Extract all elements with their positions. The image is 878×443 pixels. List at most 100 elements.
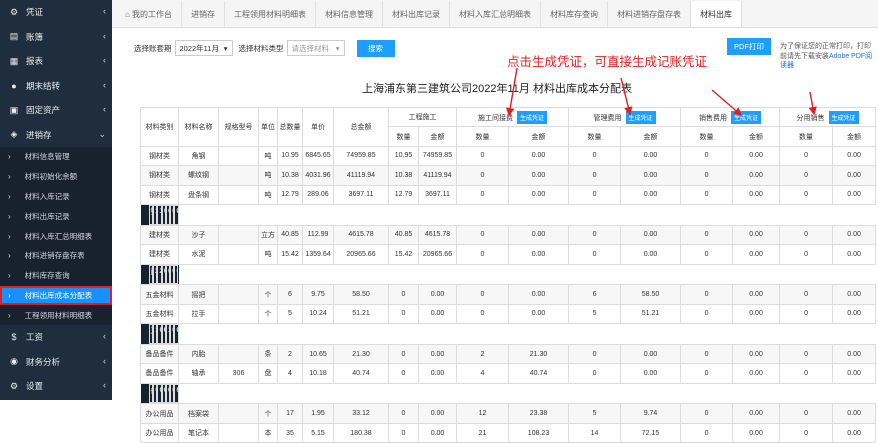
tab[interactable]: 材料库存查询 xyxy=(541,1,609,27)
sidebar-subitem[interactable]: › 工程领用材料明细表 xyxy=(0,305,112,326)
sidebar-subitem-label: 材料进销存盘存表 xyxy=(24,251,85,261)
table-cell: 0 xyxy=(456,224,509,246)
table-cell: 0.00 xyxy=(732,422,781,443)
chevron-left-icon: ‹ xyxy=(103,380,106,391)
table-cell: 0 xyxy=(680,343,734,365)
header-row: 材料类别 材料名称 规格型号 单位 总数量 单价 总金额 工程施工 施工间接费 生成凭证 管理费用生… xyxy=(140,106,877,147)
sidebar-item-label: 进销存 xyxy=(26,129,52,140)
tab[interactable]: 工程领用材料明细表 xyxy=(225,1,317,27)
table-row: 办公用品 档案袋个 17 1.95 33.12 0 0.00 12 23.38 5 9.74 0 0.0… xyxy=(140,403,877,424)
sidebar-subitem[interactable]: › 材料信息管理 xyxy=(0,147,112,167)
table-cell: 0.00 xyxy=(507,303,570,325)
table-cell: 吨 xyxy=(258,145,278,167)
table-cell: 0.00 xyxy=(418,363,457,384)
sidebar-item[interactable]: ▤ 账簿 ‹ xyxy=(0,25,112,50)
sidebar-subitem[interactable]: › 材料入库汇总明细表 xyxy=(0,226,112,246)
table-cell: 0 xyxy=(456,244,509,265)
sidebar-item[interactable]: $ 工资 ‹ xyxy=(0,325,112,350)
sidebar-item[interactable]: ⚙ 设置 ‹ xyxy=(0,374,112,399)
tab[interactable]: 进销存 xyxy=(182,1,226,27)
table-cell: 钢材类 xyxy=(140,145,179,167)
table-cell: 10.95 xyxy=(277,145,303,167)
sidebar-subitem[interactable]: › 材料库存查询 xyxy=(0,265,112,286)
book-icon: ▤ xyxy=(9,31,19,42)
tab[interactable]: 材料入库汇总明细表 xyxy=(450,1,542,27)
table-row: 钢材类 盘条钢吨 12.79 289.06 3697.11 12.79 3697.11 0 0.… xyxy=(140,184,877,205)
table-cell xyxy=(218,224,259,246)
table-cell: 6845.65 xyxy=(302,145,334,167)
sidebar-subitem[interactable]: › 材料出库成本分配表 xyxy=(0,285,112,306)
generate-voucher-button[interactable]: 生成凭证 xyxy=(625,110,656,124)
subtotal-cell: 0.00 xyxy=(174,324,179,344)
table-cell: 0 xyxy=(568,165,622,186)
table-cell: 个 xyxy=(258,403,278,424)
sidebar-item[interactable]: ◈ 进销存 ⌄ xyxy=(0,123,112,148)
table-cell: 0 xyxy=(779,422,834,443)
filter-toolbar: 选择账套期 2022年11月 ▾ 选择材料类型 请选择材料 ▾ 搜索 xyxy=(112,38,395,58)
table-cell: 12.79 xyxy=(388,184,419,205)
table-row: 备品备件 轴承 306 盘 4 10.18 40.74 0 0.00 4 40.74 0 0.00 0 0.… xyxy=(140,363,877,384)
table-row: 备品备件 内胎条 2 10.65 21.30 0 0.00 2 21.30 0 0.00 0 0.00 0… xyxy=(140,343,877,365)
sidebar-subitem[interactable]: › 材料进销存盘存表 xyxy=(0,245,112,266)
tab[interactable]: 材料信息管理 xyxy=(316,1,384,27)
sidebar-subitem-label: 材料信息管理 xyxy=(24,152,70,162)
material-type-select[interactable]: 请选择材料 ▾ xyxy=(286,40,345,56)
table-cell: 0 xyxy=(680,403,734,424)
generate-voucher-button[interactable]: 生成凭证 xyxy=(517,110,548,124)
table-cell: 9.75 xyxy=(302,284,334,305)
chevron-left-icon: ‹ xyxy=(103,104,106,114)
table-cell: 10.95 xyxy=(388,145,419,167)
sidebar-item[interactable]: ▦ 报表 ‹ xyxy=(0,49,112,74)
table-cell: 0.00 xyxy=(732,145,781,167)
period-label: 选择账套期 xyxy=(134,43,172,53)
table-cell: 办公用品 xyxy=(140,422,179,443)
table-cell: 吨 xyxy=(258,244,278,265)
chevron-down-icon: ⌄ xyxy=(98,128,106,139)
tab[interactable]: ⌂ 我的工作台 xyxy=(116,1,183,27)
table-cell xyxy=(218,165,259,186)
table-cell: 40.85 xyxy=(388,224,419,246)
tab[interactable]: 材料出库 xyxy=(691,1,743,27)
sidebar-subitem[interactable]: › 材料初始化余额 xyxy=(0,166,112,187)
sidebar-subitem[interactable]: › 材料入库记录 xyxy=(0,186,112,207)
sidebar-item[interactable]: ⚙ 凭证 ‹ xyxy=(0,0,112,25)
column-header: 材料名称 xyxy=(178,107,219,147)
sidebar-item-label: 设置 xyxy=(26,381,44,392)
table-cell: 0 xyxy=(568,184,622,205)
table-cell: 12.79 xyxy=(277,184,303,205)
table-cell: 0.00 xyxy=(832,363,877,384)
table-cell: 0 xyxy=(568,363,622,384)
chart-icon: ◉ xyxy=(10,356,18,367)
chevron-left-icon: ‹ xyxy=(103,6,106,16)
amount-header: 金额 xyxy=(832,126,877,147)
table-cell: 吨 xyxy=(258,184,278,205)
pdf-print-button[interactable]: PDF打印 xyxy=(727,38,771,55)
table-cell: 5 xyxy=(568,303,622,325)
table-cell: 0.00 xyxy=(507,244,570,265)
table-cell xyxy=(218,303,259,325)
tab[interactable]: 材料进销存盘存表 xyxy=(608,1,692,27)
sidebar-item[interactable]: ▣ 固定资产 ‹ xyxy=(0,98,112,123)
table-cell: 盘 xyxy=(258,363,278,384)
group-header-label: 销售费用 xyxy=(699,114,728,122)
table-cell: 4615.78 xyxy=(418,224,457,246)
search-button[interactable]: 搜索 xyxy=(356,39,395,57)
table-cell: 0 xyxy=(388,284,419,305)
table-cell: 10.65 xyxy=(302,343,334,365)
table-cell: 4031.96 xyxy=(302,165,334,186)
table-row: 建材类 沙子 立方 40.85 112.99 4615.78 40.85 4615.78 0 0.… xyxy=(140,224,877,246)
gear-icon: ⚙ xyxy=(9,6,19,17)
generate-voucher-button[interactable]: 生成凭证 xyxy=(731,110,762,124)
table-cell: 4615.78 xyxy=(333,224,389,246)
generate-voucher-button[interactable]: 生成凭证 xyxy=(828,110,859,124)
table-cell: 0.00 xyxy=(418,403,457,424)
table-cell: 0.00 xyxy=(418,422,457,443)
table-cell: 0.00 xyxy=(620,343,682,365)
tab[interactable]: 材料出库记录 xyxy=(383,1,451,27)
period-select[interactable]: 2022年11月 ▾ xyxy=(174,40,233,56)
table-cell: 0.00 xyxy=(832,303,877,325)
sidebar-subitem[interactable]: › 材料出库记录 xyxy=(0,206,112,227)
table-cell: 0 xyxy=(779,165,834,186)
sidebar-item[interactable]: ◉ 财务分析 ‹ xyxy=(0,350,112,375)
sidebar-item[interactable]: ● 期末结转 ‹ xyxy=(0,74,112,99)
